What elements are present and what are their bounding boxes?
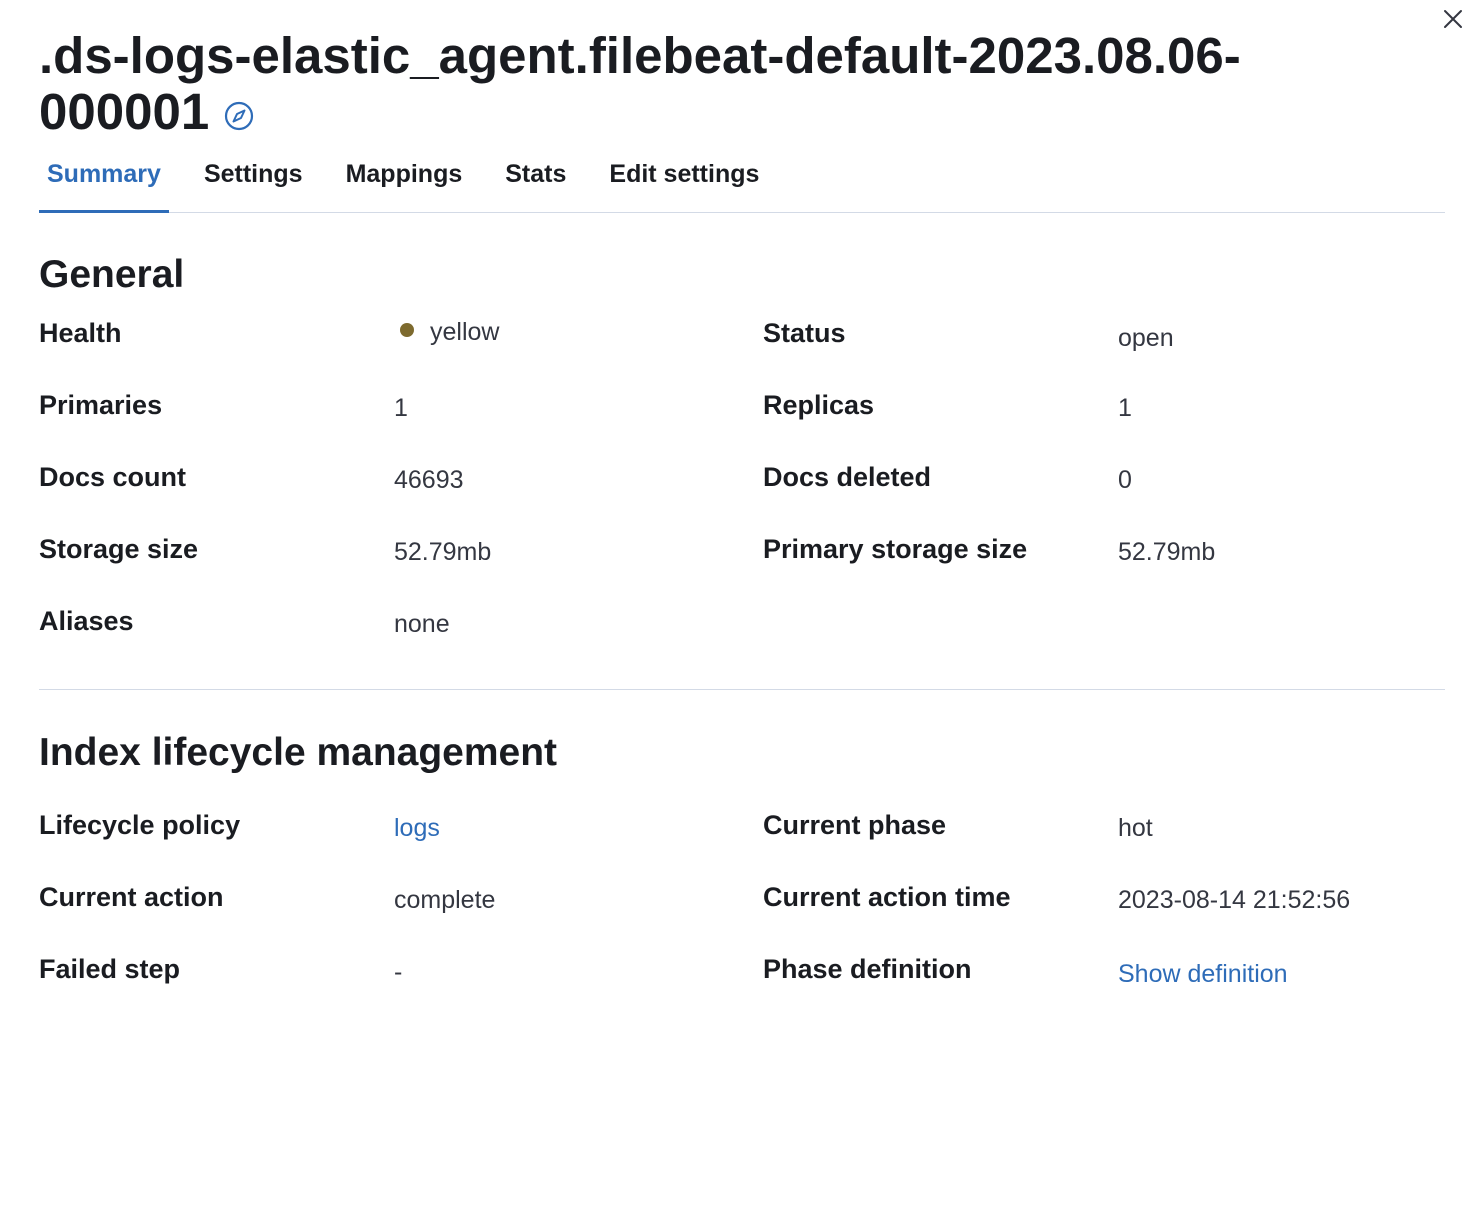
current-action-label: Current action: [39, 882, 224, 912]
docs-count-label: Docs count: [39, 462, 187, 492]
phase-definition-label: Phase definition: [763, 954, 972, 984]
tab-stats[interactable]: Stats: [497, 152, 574, 203]
docs-deleted-label: Docs deleted: [763, 462, 932, 492]
detail-row: Storage size 52.79mb Primary storage siz…: [39, 534, 1445, 574]
current-action-time-value: 2023-08-14 21:52:56: [1118, 886, 1351, 914]
section-divider: [39, 689, 1445, 690]
status-value: open: [1118, 324, 1174, 352]
storage-size-value: 52.79mb: [394, 538, 492, 566]
detail-row: Lifecycle policy logs Current phase hot: [39, 810, 1445, 850]
aliases-label: Aliases: [39, 606, 134, 636]
detail-row: Docs count 46693 Docs deleted 0: [39, 462, 1445, 502]
flyout-header: .ds-logs-elastic_agent.filebeat-default-…: [39, 28, 1339, 140]
current-phase-label: Current phase: [763, 810, 947, 840]
lifecycle-policy-link[interactable]: logs: [394, 814, 440, 843]
compass-icon[interactable]: [223, 100, 255, 132]
primaries-value: 1: [394, 394, 408, 422]
tab-mappings[interactable]: Mappings: [338, 152, 471, 203]
tab-summary[interactable]: Summary: [39, 152, 169, 213]
primary-storage-size-label: Primary storage size: [763, 534, 1028, 564]
current-action-time-label: Current action time: [763, 882, 1011, 912]
close-icon: [1444, 10, 1462, 28]
tab-bar: Summary Settings Mappings Stats Edit set…: [39, 152, 1445, 213]
docs-deleted-value: 0: [1118, 466, 1132, 494]
page-title-line1: .ds-logs-elastic_agent.filebeat-default-…: [39, 27, 1241, 84]
failed-step-label: Failed step: [39, 954, 181, 984]
detail-row: Aliases none: [39, 606, 1445, 646]
show-definition-button[interactable]: Show definition: [1118, 960, 1288, 989]
tab-settings[interactable]: Settings: [196, 152, 311, 203]
detail-row: Failed step - Phase definition Show defi…: [39, 954, 1445, 994]
general-section-title: General: [39, 253, 185, 296]
status-label: Status: [763, 318, 846, 348]
current-phase-value: hot: [1118, 814, 1153, 842]
health-value: yellow: [394, 318, 499, 347]
replicas-value: 1: [1118, 394, 1132, 422]
ilm-section-title: Index lifecycle management: [39, 731, 558, 774]
close-button[interactable]: [1440, 6, 1466, 32]
current-action-value: complete: [394, 886, 496, 914]
failed-step-value: -: [394, 958, 403, 986]
detail-row: Primaries 1 Replicas 1: [39, 390, 1445, 430]
detail-row: Current action complete Current action t…: [39, 882, 1445, 922]
replicas-label: Replicas: [763, 390, 875, 420]
health-status-icon: [400, 323, 414, 337]
storage-size-label: Storage size: [39, 534, 199, 564]
health-value-text: yellow: [430, 318, 500, 346]
aliases-value: none: [394, 610, 450, 638]
primaries-label: Primaries: [39, 390, 163, 420]
docs-count-value: 46693: [394, 466, 464, 494]
page-title: .ds-logs-elastic_agent.filebeat-default-…: [39, 28, 1339, 140]
tab-edit-settings[interactable]: Edit settings: [601, 152, 767, 203]
lifecycle-policy-label: Lifecycle policy: [39, 810, 241, 840]
index-details-flyout: .ds-logs-elastic_agent.filebeat-default-…: [0, 0, 1482, 1206]
primary-storage-size-value: 52.79mb: [1118, 538, 1216, 566]
health-label: Health: [39, 318, 122, 348]
page-title-line2: 000001: [39, 83, 210, 140]
detail-row: Health yellow Status open: [39, 318, 1445, 358]
